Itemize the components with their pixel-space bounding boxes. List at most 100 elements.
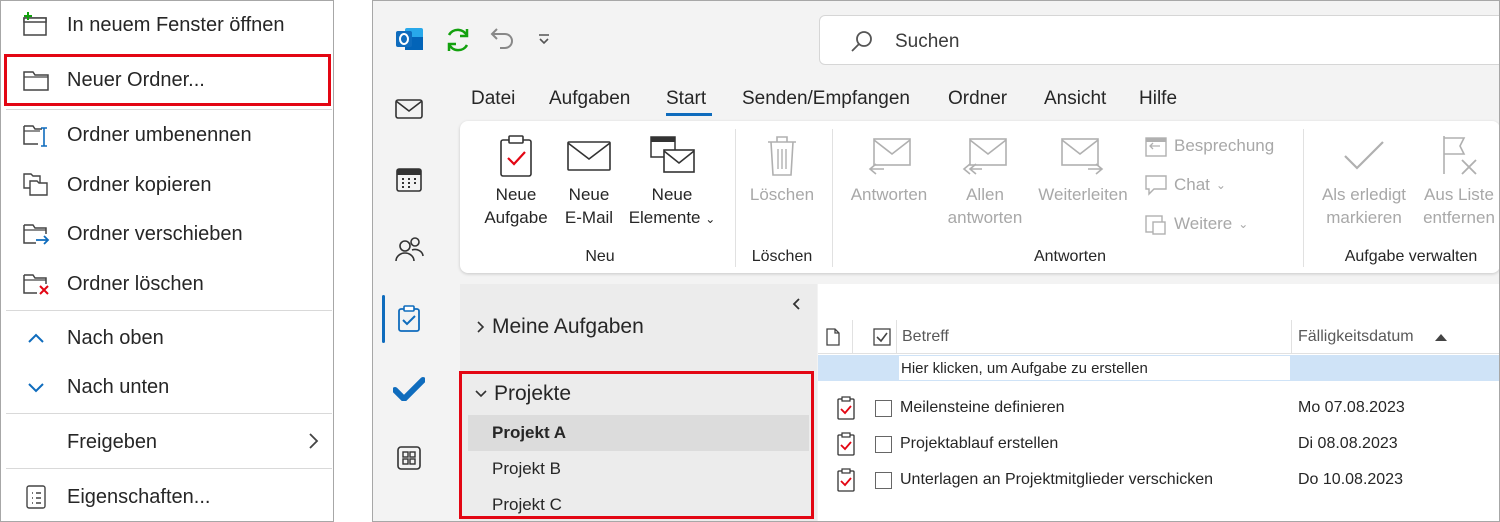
menu-item-move-folder[interactable]: Ordner verschieben bbox=[1, 212, 333, 256]
active-nav-indicator bbox=[382, 295, 385, 343]
tab-ordner[interactable]: Ordner bbox=[948, 88, 1007, 110]
menu-separator bbox=[6, 468, 332, 469]
menu-item-delete-folder[interactable]: Ordner löschen bbox=[1, 262, 333, 306]
chevron-right-icon bbox=[476, 319, 486, 335]
new-items-label-2: Elemente ⌄ bbox=[628, 208, 716, 227]
task-row[interactable]: Meilensteine definieren Mo 07.08.2023 bbox=[818, 391, 1499, 427]
reply-all-button[interactable]: Allen antworten bbox=[940, 133, 1030, 229]
collapse-pane-icon[interactable] bbox=[790, 296, 802, 312]
remove-from-list-label-2: entfernen bbox=[1423, 208, 1495, 227]
menu-separator bbox=[6, 109, 332, 110]
task-list: Betreff Fälligkeitsdatum Hier klicken, u… bbox=[818, 284, 1499, 521]
new-email-button[interactable]: Neue E-Mail bbox=[560, 133, 618, 229]
tab-datei[interactable]: Datei bbox=[471, 88, 515, 110]
tab-senden-empfangen[interactable]: Senden/Empfangen bbox=[742, 88, 910, 110]
task-row[interactable]: Unterlagen an Projektmitglieder verschic… bbox=[818, 463, 1499, 499]
menu-separator bbox=[6, 310, 332, 311]
task-checkbox[interactable] bbox=[875, 436, 892, 453]
rename-folder-icon bbox=[21, 121, 51, 149]
new-items-button[interactable]: Neue Elemente ⌄ bbox=[624, 133, 720, 231]
tasks-nav-icon[interactable] bbox=[391, 301, 427, 337]
search-input: Suchen bbox=[895, 31, 960, 52]
reply-all-label-2: antworten bbox=[947, 208, 1023, 227]
meeting-button[interactable]: Besprechung bbox=[1144, 135, 1274, 157]
reply-all-label-1: Allen bbox=[966, 185, 1004, 204]
task-checkbox[interactable] bbox=[875, 400, 892, 417]
ribbon: Neue Aufgabe Neue E-Mail Neue Elemente ⌄… bbox=[460, 121, 1499, 273]
more-label: Weitere bbox=[1174, 214, 1233, 233]
complete-column-icon[interactable] bbox=[873, 328, 891, 346]
tab-start[interactable]: Start bbox=[666, 88, 706, 110]
menu-item-properties[interactable]: Eigenschaften... bbox=[1, 475, 333, 519]
highlight-box-projekte bbox=[459, 371, 814, 519]
group-label-neu: Neu bbox=[585, 248, 615, 265]
forward-label: Weiterleiten bbox=[1038, 185, 1128, 204]
task-due-date: Di 08.08.2023 bbox=[1298, 435, 1398, 452]
more-icon bbox=[1144, 213, 1168, 235]
sync-icon[interactable] bbox=[443, 25, 473, 55]
task-subject: Projektablauf erstellen bbox=[900, 435, 1059, 452]
mail-nav-icon[interactable] bbox=[391, 91, 427, 127]
chat-icon bbox=[1144, 174, 1168, 196]
calendar-nav-icon[interactable] bbox=[391, 162, 427, 198]
tab-aufgaben[interactable]: Aufgaben bbox=[549, 88, 630, 110]
task-checkbox[interactable] bbox=[875, 472, 892, 489]
people-nav-icon[interactable] bbox=[391, 231, 427, 267]
menu-item-move-down[interactable]: Nach unten bbox=[1, 365, 333, 409]
new-task-label-2: Aufgabe bbox=[484, 208, 548, 227]
undo-icon[interactable] bbox=[489, 25, 517, 53]
new-task-label-1: Neue bbox=[495, 185, 537, 204]
remove-from-list-label-1: Aus Liste bbox=[1424, 185, 1494, 204]
column-header-subject[interactable]: Betreff bbox=[902, 328, 949, 346]
delete-label: Löschen bbox=[749, 185, 815, 204]
search-box[interactable]: Suchen bbox=[819, 15, 1499, 65]
quick-access-dropdown-icon[interactable] bbox=[537, 33, 551, 45]
folder-group-meine-aufgaben[interactable]: Meine Aufgaben bbox=[476, 315, 644, 339]
new-task-row[interactable]: Hier klicken, um Aufgabe zu erstellen bbox=[818, 355, 1499, 381]
new-task-button[interactable]: Neue Aufgabe bbox=[480, 133, 552, 229]
reply-label: Antworten bbox=[850, 185, 928, 204]
new-email-label-1: Neue bbox=[568, 185, 610, 204]
new-task-icon bbox=[491, 133, 541, 179]
column-header-due-date[interactable]: Fälligkeitsdatum bbox=[1298, 328, 1414, 346]
checkmark-icon bbox=[1339, 133, 1389, 179]
new-task-input[interactable]: Hier klicken, um Aufgabe zu erstellen bbox=[898, 355, 1291, 381]
more-button[interactable]: Weitere ⌄ bbox=[1144, 213, 1248, 235]
chevron-right-icon bbox=[307, 432, 319, 450]
new-items-label-1: Neue bbox=[651, 185, 693, 204]
outlook-logo-icon bbox=[395, 25, 425, 53]
search-icon bbox=[850, 29, 874, 53]
task-list-header: Betreff Fälligkeitsdatum bbox=[818, 320, 1499, 354]
menu-item-copy-folder[interactable]: Ordner kopieren bbox=[1, 163, 333, 207]
task-icon bbox=[836, 396, 856, 420]
tab-ansicht[interactable]: Ansicht bbox=[1044, 88, 1106, 110]
document-icon bbox=[826, 328, 840, 346]
task-row[interactable]: Projektablauf erstellen Di 08.08.2023 bbox=[818, 427, 1499, 463]
menu-item-share[interactable]: Freigeben bbox=[1, 420, 333, 464]
chat-button[interactable]: Chat ⌄ bbox=[1144, 174, 1226, 196]
remove-from-list-button[interactable]: Aus Liste entfernen bbox=[1420, 133, 1498, 229]
group-label-antworten: Antworten bbox=[1033, 248, 1107, 265]
tab-hilfe[interactable]: Hilfe bbox=[1139, 88, 1177, 110]
delete-button[interactable]: Löschen bbox=[746, 133, 818, 206]
highlight-box-new-folder bbox=[4, 54, 331, 106]
reply-button[interactable]: Antworten bbox=[845, 133, 933, 206]
task-due-date: Mo 07.08.2023 bbox=[1298, 399, 1405, 416]
properties-icon bbox=[21, 483, 51, 511]
more-apps-icon[interactable] bbox=[391, 440, 427, 476]
todo-nav-icon[interactable] bbox=[391, 371, 427, 407]
new-email-label-2: E-Mail bbox=[564, 208, 614, 227]
chevron-up-icon bbox=[21, 324, 51, 352]
menu-item-move-up[interactable]: Nach oben bbox=[1, 316, 333, 360]
mark-complete-button[interactable]: Als erledigt markieren bbox=[1316, 133, 1412, 229]
new-email-icon bbox=[564, 133, 614, 179]
task-subject: Unterlagen an Projektmitglieder verschic… bbox=[900, 471, 1214, 488]
meeting-label: Besprechung bbox=[1174, 136, 1275, 155]
task-icon bbox=[836, 432, 856, 456]
reply-icon bbox=[864, 133, 914, 179]
menu-item-rename-folder[interactable]: Ordner umbenennen bbox=[1, 113, 333, 157]
ribbon-separator bbox=[832, 129, 833, 267]
forward-button[interactable]: Weiterleiten bbox=[1034, 133, 1132, 206]
menu-item-open-new-window[interactable]: In neuem Fenster öffnen bbox=[1, 3, 333, 47]
sort-ascending-icon bbox=[1434, 332, 1448, 342]
